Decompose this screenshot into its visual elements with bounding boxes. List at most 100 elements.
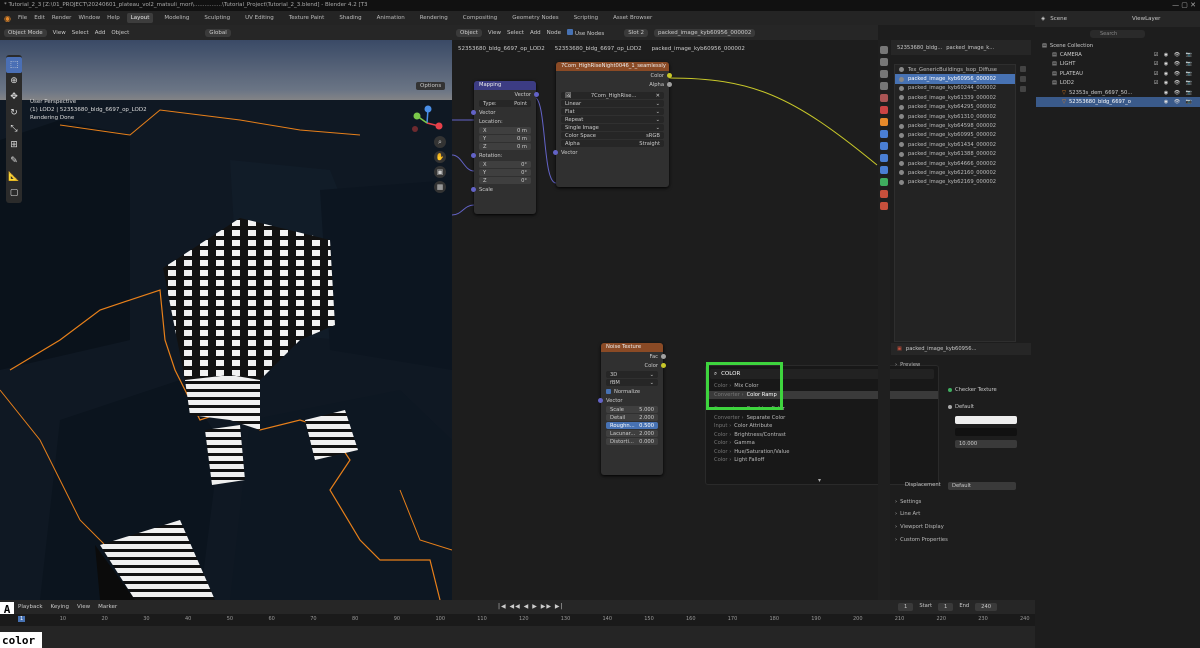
- render-tab-icon[interactable]: [880, 58, 888, 66]
- node-view-menu[interactable]: View: [488, 30, 501, 36]
- tab-asset-browser[interactable]: Asset Browser: [609, 13, 656, 23]
- section-settings[interactable]: › Settings: [895, 497, 1020, 506]
- tab-geometry-nodes[interactable]: Geometry Nodes: [508, 13, 562, 23]
- socket-alpha-out[interactable]: [667, 82, 672, 87]
- tab-texture-paint[interactable]: Texture Paint: [285, 13, 329, 23]
- object-tab-icon[interactable]: [880, 118, 888, 126]
- image-close-icon[interactable]: ✕: [656, 93, 660, 99]
- image-panel-image-label[interactable]: packed_image_k...: [946, 45, 994, 51]
- list-item[interactable]: packed_image_kyb61388_000002: [895, 150, 1015, 159]
- list-item[interactable]: packed_image_kyb60244_000002: [895, 84, 1015, 93]
- pan-hand-icon[interactable]: ✋: [434, 151, 446, 163]
- normalize-checkbox[interactable]: Normalize: [601, 387, 663, 396]
- tab-modeling[interactable]: Modeling: [160, 13, 193, 23]
- section-viewport-display[interactable]: › Viewport Display: [895, 522, 1020, 531]
- node-add-menu[interactable]: Add: [530, 30, 541, 36]
- list-item[interactable]: packed_image_kyb62160_000002: [895, 168, 1015, 177]
- zoom-icon[interactable]: ⌕: [434, 136, 446, 148]
- list-item[interactable]: packed_image_kyb61434_000002: [895, 140, 1015, 149]
- menu-file[interactable]: File: [18, 15, 27, 21]
- menu-render[interactable]: Render: [52, 15, 72, 21]
- outliner-row-light[interactable]: ▤ LIGHT ☑ ◉ 👁 📷: [1036, 59, 1200, 69]
- rotation-y-field[interactable]: Y 0°: [479, 169, 531, 176]
- list-item[interactable]: packed_image_kyb62169_000002: [895, 178, 1015, 187]
- view-layer-selector[interactable]: ViewLayer: [1132, 16, 1160, 22]
- source-dropdown[interactable]: Single Image ⌄: [561, 124, 664, 131]
- more-results-arrow-icon[interactable]: ▾: [818, 477, 821, 484]
- breadcrumb-material[interactable]: packed_image_kyb60956_000002: [652, 46, 745, 52]
- outliner-row-bldg-selected[interactable]: ▽ 52353680_bldg_6697_o ◉ 👁 📷: [1036, 97, 1200, 107]
- select-box-icon[interactable]: ⬚: [6, 57, 22, 73]
- image-texture-node[interactable]: 7Com_HighRiseNight0046_1_seamlessly Colo…: [553, 62, 672, 187]
- blender-logo-icon[interactable]: ◉: [4, 14, 11, 23]
- tab-sculpting[interactable]: Sculpting: [200, 13, 234, 23]
- tab-rendering[interactable]: Rendering: [416, 13, 452, 23]
- mapping-node[interactable]: Mapping Vector Type: Point Vector Locatio…: [471, 81, 539, 214]
- material-slot-dropdown[interactable]: Slot 2: [624, 28, 649, 37]
- measure-icon[interactable]: 📐: [6, 169, 22, 185]
- timeline-playback-menu[interactable]: Playback: [18, 604, 43, 610]
- visibility-toggles[interactable]: ◉ 👁 📷: [1164, 99, 1194, 105]
- data-tab-icon[interactable]: [880, 178, 888, 186]
- location-z-field[interactable]: Z0 m: [479, 143, 531, 150]
- visibility-toggles[interactable]: ☑ ◉ 👁 📷: [1154, 61, 1194, 67]
- timeline-ruler[interactable]: 1 10 20 30 40 50 60 70 80 90 100 110 120 130 140 150 160…: [0, 614, 1035, 626]
- visibility-toggles[interactable]: ☑ ◉ 👁 📷: [1154, 80, 1194, 86]
- modifier-tab-icon[interactable]: [880, 130, 888, 138]
- playback-controls[interactable]: |◀ ◀◀ ◀ ▶ ▶▶ ▶|: [498, 603, 564, 610]
- list-item[interactable]: packed_image_kyb64295_000002: [895, 103, 1015, 112]
- viewport-options-button[interactable]: Options: [416, 82, 446, 90]
- end-frame-field[interactable]: 240: [975, 603, 998, 611]
- list-item[interactable]: Tex_GenericBuildings_Isop_Diffuse: [895, 65, 1015, 74]
- current-frame-field[interactable]: 1: [898, 603, 914, 611]
- color-space-dropdown[interactable]: Color Space sRGB: [561, 132, 664, 139]
- list-menu-icon[interactable]: [1020, 86, 1026, 92]
- rotate-icon[interactable]: ↻: [6, 105, 22, 121]
- material-tab-icon[interactable]: [880, 190, 888, 198]
- dimension-dropdown[interactable]: 3D ⌄: [606, 371, 658, 378]
- noise-node-title[interactable]: Noise Texture: [601, 343, 663, 352]
- add-cube-icon[interactable]: ▢: [6, 185, 22, 201]
- socket-color-out[interactable]: [661, 363, 666, 368]
- node-editor-canvas[interactable]: Mapping Vector Type: Point Vector Locatio…: [452, 55, 878, 600]
- search-result-gamma[interactable]: Color › Gamma: [706, 439, 938, 448]
- interpolation-dropdown[interactable]: Linear ⌄: [561, 100, 664, 107]
- physics-tab-icon[interactable]: [880, 154, 888, 162]
- checker-texture-row[interactable]: Checker Texture: [948, 387, 997, 393]
- noise-distortion-field[interactable]: Distorti... 0.000: [606, 438, 658, 445]
- noise-texture-node[interactable]: Noise Texture Fac Color 3D ⌄ fBM ⌄ Normali…: [598, 343, 666, 475]
- tab-compositing[interactable]: Compositing: [459, 13, 501, 23]
- timeline-view-menu[interactable]: View: [77, 604, 90, 610]
- object-mode-dropdown[interactable]: Object Mode: [4, 28, 47, 37]
- tool-tab-icon[interactable]: [880, 46, 888, 54]
- default-row[interactable]: Default: [948, 404, 974, 410]
- menu-edit[interactable]: Edit: [34, 15, 45, 21]
- constraints-tab-icon[interactable]: [880, 166, 888, 174]
- list-item[interactable]: packed_image_kyb61339_000002: [895, 93, 1015, 102]
- node-select-menu[interactable]: Select: [507, 30, 524, 36]
- add-item-icon[interactable]: [1020, 66, 1026, 72]
- list-item[interactable]: packed_image_kyb61310_000002: [895, 112, 1015, 121]
- projection-dropdown[interactable]: Flat ⌄: [561, 108, 664, 115]
- section-custom-properties[interactable]: › Custom Properties: [895, 535, 1020, 544]
- cursor-icon[interactable]: ⊕: [6, 73, 22, 89]
- move-icon[interactable]: ✥: [6, 89, 22, 105]
- tab-uv-editing[interactable]: UV Editing: [241, 13, 278, 23]
- alpha-mode-dropdown[interactable]: Alpha Straight: [561, 140, 664, 147]
- visibility-toggles[interactable]: ☑ ◉ 👁 📷: [1154, 71, 1194, 77]
- socket-vector-out[interactable]: [534, 92, 539, 97]
- displacement-dropdown[interactable]: Default: [948, 482, 1016, 490]
- world-tab-icon[interactable]: [880, 106, 888, 114]
- socket-vector-in[interactable]: [598, 398, 603, 403]
- mapping-type-dropdown[interactable]: Type: Point: [479, 100, 531, 107]
- noise-detail-field[interactable]: Detail 2.000: [606, 414, 658, 421]
- socket-rotation-in[interactable]: [471, 153, 476, 158]
- socket-fac-out[interactable]: [661, 354, 666, 359]
- rotation-z-field[interactable]: Z 0°: [479, 177, 531, 184]
- location-x-field[interactable]: X0 m: [479, 127, 531, 134]
- viewport-object-menu[interactable]: Object: [111, 30, 129, 36]
- search-result-separate-color[interactable]: Converter › Separate Color: [706, 414, 938, 423]
- noise-type-dropdown[interactable]: fBM ⌄: [606, 379, 658, 386]
- viewport-view-menu[interactable]: View: [53, 30, 66, 36]
- 3d-viewport[interactable]: Options User Perspective (1) LOD2 | 5235…: [0, 40, 452, 600]
